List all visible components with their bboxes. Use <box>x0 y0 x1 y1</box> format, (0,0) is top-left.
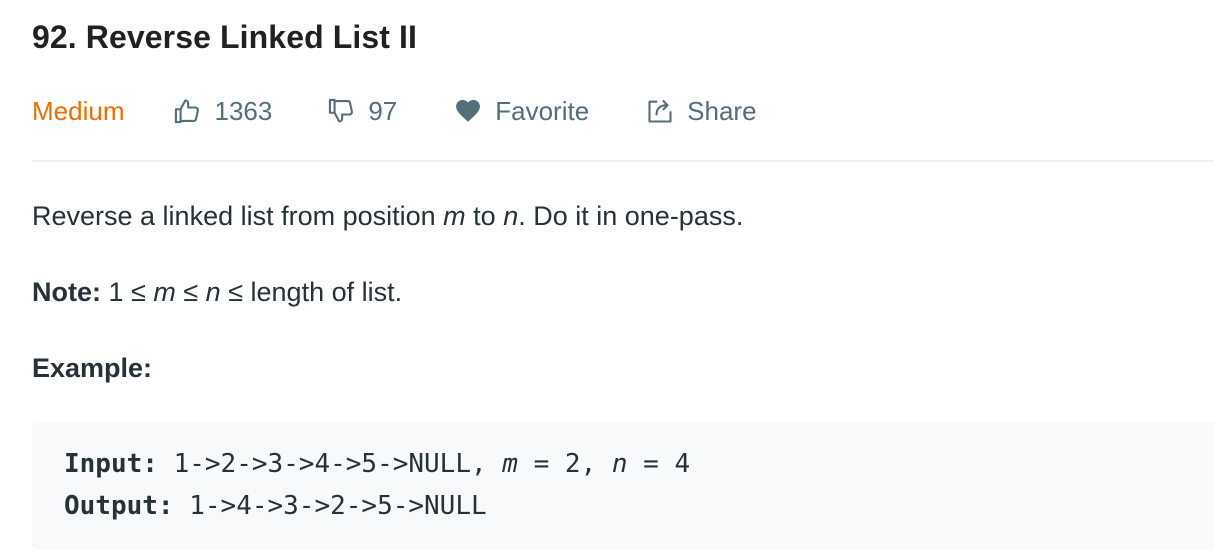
example-code-block: Input: 1->2->3->4->5->NULL, m = 2, n = 4… <box>32 422 1214 550</box>
note-mid: ≤ <box>175 277 206 307</box>
input-n-value: = 4 <box>627 449 691 479</box>
variable-m: m <box>502 449 518 479</box>
share-icon <box>645 96 675 126</box>
example-output-line: Output: 1->4->3->2->5->NULL <box>64 491 487 521</box>
description-mid: to <box>465 201 504 231</box>
note-label: Note: <box>32 277 101 307</box>
description-suffix: . Do it in one-pass. <box>518 201 744 231</box>
variable-m: m <box>153 277 176 307</box>
note-text: Note: 1 ≤ m ≤ n ≤ length of list. <box>32 277 402 308</box>
description-prefix: Reverse a linked list from position <box>32 201 444 231</box>
dislike-button[interactable]: 97 <box>326 96 397 127</box>
favorite-button[interactable]: Favorite <box>453 96 589 127</box>
share-button[interactable]: Share <box>645 95 757 127</box>
problem-meta-bar: Medium 1363 97 Favorite Share <box>32 92 757 130</box>
favorite-label: Favorite <box>495 95 590 126</box>
problem-page: 92. Reverse Linked List II Medium 1363 9… <box>0 0 1214 550</box>
variable-n: n <box>611 449 628 479</box>
input-m-value: = 2, <box>517 449 612 479</box>
description-text: Reverse a linked list from position m to… <box>32 201 743 232</box>
likes-count: 1363 <box>214 95 273 126</box>
example-input-line: Input: 1->2->3->4->5->NULL, m = 2, n = 4 <box>64 449 690 479</box>
example-heading: Example: <box>32 353 153 383</box>
share-label: Share <box>687 95 757 126</box>
variable-m: m <box>443 201 466 231</box>
dislikes-count: 97 <box>368 95 398 126</box>
thumbs-down-icon <box>326 96 356 126</box>
variable-n: n <box>205 277 221 307</box>
input-label: Input: <box>64 449 158 479</box>
output-value: 1->4->3->2->5->NULL <box>173 491 487 521</box>
divider <box>32 160 1214 162</box>
like-button[interactable]: 1363 <box>172 96 272 127</box>
problem-title: 92. Reverse Linked List II <box>32 19 417 55</box>
heart-icon <box>453 96 483 126</box>
output-label: Output: <box>64 491 174 521</box>
note-prefix: 1 ≤ <box>101 277 154 307</box>
note-suffix: ≤ length of list. <box>220 277 403 307</box>
difficulty-label: Medium <box>32 95 125 126</box>
input-list: 1->2->3->4->5->NULL, <box>157 449 503 479</box>
thumbs-up-icon <box>172 96 202 126</box>
variable-n: n <box>503 201 519 231</box>
